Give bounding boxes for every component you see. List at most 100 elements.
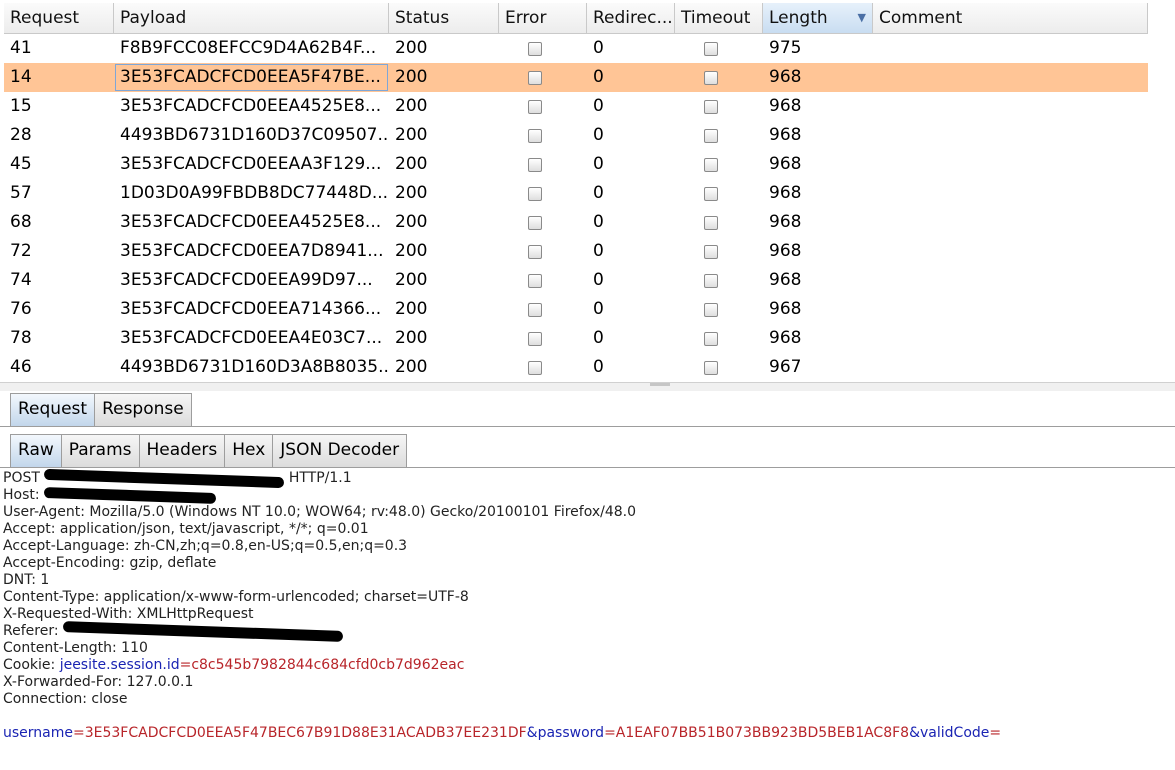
cell-length: 968 <box>769 299 802 319</box>
cell-request: 72 <box>10 241 32 261</box>
timeout-checkbox <box>704 41 718 56</box>
table-row[interactable]: 68 3E53FCADCFCD0EEA4525E8... 200 0 968 <box>4 208 1148 237</box>
ampersand: & <box>909 725 921 741</box>
header-accept-encoding: Accept-Encoding: gzip, deflate <box>3 555 217 571</box>
cell-redirect: 0 <box>593 183 604 203</box>
param-value-password: A1EAF07BB51B073BB923BD5BEB1AC8F8 <box>615 725 910 741</box>
cell-comment <box>873 121 1148 150</box>
cell-length: 967 <box>769 357 802 377</box>
tab-request[interactable]: Request <box>10 393 96 426</box>
cell-payload: 3E53FCADCFCD0EEAA3F129... <box>120 154 382 174</box>
redacted-referer <box>62 620 344 642</box>
equals-sign: = <box>179 657 192 673</box>
timeout-checkbox <box>704 186 718 201</box>
tab-headers[interactable]: Headers <box>138 434 226 467</box>
cell-timeout <box>675 353 763 382</box>
cell-status: 200 <box>395 183 428 203</box>
error-checkbox <box>528 128 542 143</box>
column-header-error[interactable]: Error <box>499 3 587 34</box>
param-name-validcode: validCode <box>920 725 990 741</box>
column-header-timeout[interactable]: Timeout <box>675 3 763 34</box>
cell-redirect: 0 <box>593 212 604 232</box>
message-view-tabs: Raw Params Headers Hex JSON Decoder <box>0 431 1175 468</box>
param-value-username: 3E53FCADCFCD0EEA5F47BEC67B91D88E31ACADB3… <box>84 725 527 741</box>
timeout-checkbox <box>704 244 718 259</box>
cell-error <box>499 295 587 324</box>
cell-redirect: 0 <box>593 67 604 87</box>
tab-params[interactable]: Params <box>60 434 140 467</box>
header-connection: Connection: close <box>3 691 128 707</box>
header-cookie: Cookie: jeesite.session.id=c8c545b798284… <box>3 657 464 674</box>
column-label: Error <box>505 8 547 28</box>
column-header-status[interactable]: Status <box>389 3 499 34</box>
divider-grip-icon[interactable] <box>650 383 670 386</box>
cell-payload: 3E53FCADCFCD0EEA4525E8... <box>120 96 382 116</box>
cell-timeout <box>675 92 763 121</box>
raw-request-editor[interactable]: POST HTTP/1.1 Host: User-Agent: Mozilla/… <box>0 468 1175 770</box>
timeout-checkbox <box>704 128 718 143</box>
cell-timeout <box>675 121 763 150</box>
table-row[interactable]: 46 4493BD6731D160D3A8B8035... 200 0 967 <box>4 353 1148 382</box>
results-table: Request Payload Status Error Redirec... … <box>0 0 1175 382</box>
tab-json-decoder[interactable]: JSON Decoder <box>272 434 408 467</box>
error-checkbox <box>528 41 542 56</box>
param-name-password: password <box>537 725 605 741</box>
cell-status: 200 <box>395 67 428 87</box>
column-header-redirect[interactable]: Redirec... <box>587 3 675 34</box>
table-row[interactable]: 74 3E53FCADCFCD0EEA99D97... 200 0 968 <box>4 266 1148 295</box>
column-label: Status <box>395 8 450 28</box>
header-accept-language: Accept-Language: zh-CN,zh;q=0.8,en-US;q=… <box>3 538 408 554</box>
header-referer: Referer: <box>3 620 344 642</box>
header-content-type: Content-Type: application/x-www-form-url… <box>3 589 469 605</box>
error-checkbox <box>528 99 542 114</box>
column-label: Timeout <box>681 8 751 28</box>
column-header-comment[interactable]: Comment <box>873 3 1148 34</box>
cell-status: 200 <box>395 299 428 319</box>
error-checkbox <box>528 273 542 288</box>
request-response-tabs: Request Response <box>0 390 1175 427</box>
table-row[interactable]: 72 3E53FCADCFCD0EEA7D8941... 200 0 968 <box>4 237 1148 266</box>
cell-error <box>499 121 587 150</box>
cell-payload: 1D03D0A99FBDB8DC77448D... <box>120 183 389 203</box>
error-checkbox <box>528 157 542 172</box>
cookie-value: c8c545b7982844c684cfd0cb7d962eac <box>191 657 465 673</box>
cell-payload: 3E53FCADCFCD0EEA4525E8... <box>120 212 382 232</box>
cell-payload: 3E53FCADCFCD0EEA7D8941... <box>120 241 384 261</box>
error-checkbox <box>528 331 542 346</box>
cell-timeout <box>675 34 763 63</box>
cell-comment <box>873 295 1148 324</box>
cell-request: 68 <box>10 212 32 232</box>
tab-raw[interactable]: Raw <box>10 434 62 467</box>
table-row[interactable]: 15 3E53FCADCFCD0EEA4525E8... 200 0 968 <box>4 92 1148 121</box>
cell-length: 968 <box>769 270 802 290</box>
column-header-payload[interactable]: Payload <box>114 3 389 34</box>
cell-payload: 3E53FCADCFCD0EEA99D97... <box>120 270 373 290</box>
table-row[interactable]: 76 3E53FCADCFCD0EEA714366... 200 0 968 <box>4 295 1148 324</box>
cell-status: 200 <box>395 212 428 232</box>
column-label: Length <box>769 8 828 28</box>
tab-response[interactable]: Response <box>94 393 192 426</box>
table-row[interactable]: 57 1D03D0A99FBDB8DC77448D... 200 0 968 <box>4 179 1148 208</box>
cell-length: 968 <box>769 67 802 87</box>
cell-status: 200 <box>395 328 428 348</box>
table-row[interactable]: 14 3E53FCADCFCD0EEA5F47BE... 200 0 968 <box>4 63 1148 92</box>
cell-payload: F8B9FCC08EFCC9D4A62B4F... <box>120 38 377 58</box>
table-row[interactable]: 45 3E53FCADCFCD0EEAA3F129... 200 0 968 <box>4 150 1148 179</box>
cell-length: 968 <box>769 241 802 261</box>
table-body: 41 F8B9FCC08EFCC9D4A62B4F... 200 0 975 14 3E53… <box>4 34 1148 382</box>
cell-payload: 3E53FCADCFCD0EEA714366... <box>120 299 382 319</box>
cell-status: 200 <box>395 125 428 145</box>
table-row[interactable]: 28 4493BD6731D160D37C09507... 200 0 968 <box>4 121 1148 150</box>
table-row[interactable]: 78 3E53FCADCFCD0EEA4E03C7... 200 0 968 <box>4 324 1148 353</box>
column-header-length[interactable]: Length ▼ <box>763 3 873 34</box>
cell-timeout <box>675 237 763 266</box>
column-header-request[interactable]: Request <box>4 3 114 34</box>
tab-hex[interactable]: Hex <box>224 434 274 467</box>
column-label: Redirec... <box>593 8 673 28</box>
ampersand: & <box>526 725 538 741</box>
table-row[interactable]: 41 F8B9FCC08EFCC9D4A62B4F... 200 0 975 <box>4 34 1148 63</box>
cell-length: 968 <box>769 328 802 348</box>
sort-descending-icon: ▼ <box>857 11 866 24</box>
request-body: username=3E53FCADCFCD0EEA5F47BEC67B91D88… <box>3 725 1001 742</box>
cell-error <box>499 324 587 353</box>
